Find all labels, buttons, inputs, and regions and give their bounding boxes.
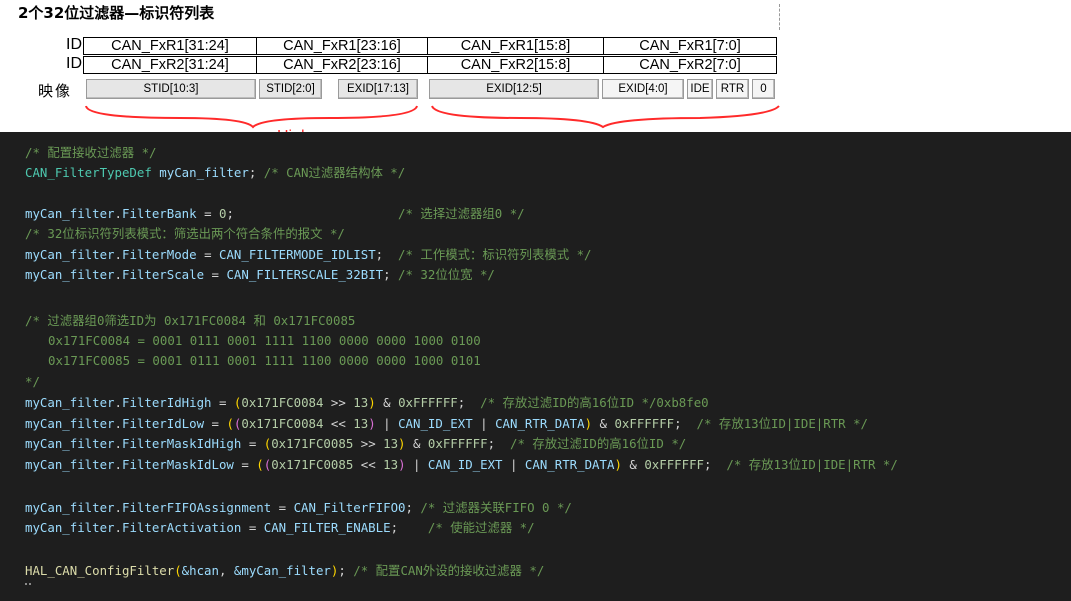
- variable: myCan_filter: [159, 165, 249, 180]
- comment: 0xb8fe0: [656, 395, 709, 410]
- comment: /* 使能过滤器 */: [427, 520, 535, 535]
- variable: myCan_filter: [25, 416, 115, 431]
- variable: myCan_filter: [25, 267, 115, 282]
- low-brace: [431, 105, 780, 129]
- field: FilterMode: [122, 247, 197, 262]
- code-line: /* 配置接收过滤器 */: [25, 143, 157, 163]
- code-line: myCan_filter.FilterIdHigh = (0x171FC0084…: [25, 395, 709, 410]
- comment: /* 32位标识符列表模式：筛选出两个符合条件的报文 */: [25, 226, 345, 241]
- code-line: myCan_filter.FilterActivation = CAN_FILT…: [25, 520, 535, 535]
- number: 0xFFFFFF: [427, 436, 488, 451]
- number: 0x171FC0084: [241, 395, 324, 410]
- comment: /* 选择过滤器组0 */: [398, 206, 525, 221]
- code-line: myCan_filter.FilterBank = 0; /* 选择过滤器组0 …: [25, 206, 525, 221]
- macro: CAN_FILTERMODE_IDLIST: [219, 247, 376, 262]
- code-line: /* 32位标识符列表模式：筛选出两个符合条件的报文 */: [25, 224, 345, 244]
- comment: /* 配置接收过滤器 */: [25, 145, 157, 160]
- variable: myCan_filter: [25, 436, 115, 451]
- comment: /* 过滤器组0筛选ID为 0x171FC0084 和 0x171FC0085: [25, 313, 356, 328]
- variable: myCan_filter: [25, 206, 115, 221]
- comment: /* CAN过滤器结构体 */: [263, 165, 406, 180]
- ellipsis-marker: [25, 583, 31, 585]
- comment: /* 存放过滤ID的高16位ID */: [509, 436, 687, 451]
- brace-overlay: [85, 105, 780, 129]
- field: FilterScale: [122, 267, 205, 282]
- argument: &myCan_filter: [233, 563, 331, 578]
- variable: myCan_filter: [25, 457, 115, 472]
- comment: 0x171FC0084 = 0001 0111 0001 1111 1100 0…: [48, 333, 481, 348]
- number: 0x171FC0085: [271, 436, 354, 451]
- code-line: */: [25, 372, 40, 392]
- field: FilterBank: [122, 206, 197, 221]
- field: FilterIdHigh: [122, 395, 212, 410]
- code-line: myCan_filter.FilterMode = CAN_FILTERMODE…: [25, 247, 592, 262]
- variable: myCan_filter: [25, 395, 115, 410]
- code-line: HAL_CAN_ConfigFilter(&hcan, &myCan_filte…: [25, 563, 545, 578]
- code-editor[interactable]: /* 配置接收过滤器 */ CAN_FilterTypeDef myCan_fi…: [0, 132, 1071, 601]
- comment: */: [25, 374, 40, 389]
- code-line: myCan_filter.FilterFIFOAssignment = CAN_…: [25, 500, 572, 515]
- comment: /* 存放13位ID|IDE|RTR */: [696, 416, 868, 431]
- number: 13: [353, 416, 369, 431]
- macro: CAN_ID_EXT: [398, 416, 473, 431]
- code-line: 0x171FC0085 = 0001 0111 0001 1111 1100 0…: [48, 351, 481, 371]
- code-line: myCan_filter.FilterMaskIdHigh = (0x171FC…: [25, 436, 687, 451]
- comment: /* 32位位宽 */: [398, 267, 495, 282]
- function-name: HAL_CAN_ConfigFilter: [25, 563, 175, 578]
- variable: myCan_filter: [25, 520, 115, 535]
- comment: /* 存放过滤ID的高16位ID */: [480, 395, 657, 410]
- macro: CAN_ID_EXT: [427, 457, 503, 472]
- comment: 0x171FC0085 = 0001 0111 0001 1111 1100 0…: [48, 353, 481, 368]
- variable: myCan_filter: [25, 500, 115, 515]
- field: FilterActivation: [122, 520, 242, 535]
- code-line: /* 过滤器组0筛选ID为 0x171FC0084 和 0x171FC0085: [25, 311, 355, 331]
- code-line: 0x171FC0084 = 0001 0111 0001 1111 1100 0…: [48, 331, 481, 351]
- comment: /* 存放13位ID|IDE|RTR */: [726, 457, 898, 472]
- high-brace: [85, 105, 418, 129]
- number: 0x171FC0084: [241, 416, 324, 431]
- argument: &hcan: [181, 563, 219, 578]
- code-line: myCan_filter.FilterIdLow = ((0x171FC0084…: [25, 416, 868, 431]
- field: FilterFIFOAssignment: [122, 500, 272, 515]
- number: 13: [383, 457, 399, 472]
- comment: /* 工作模式：标识符列表模式 */: [398, 247, 592, 262]
- type-name: CAN_FilterTypeDef: [25, 165, 152, 180]
- comment: /* 配置CAN外设的接收过滤器 */: [353, 563, 545, 578]
- number: 0xFFFFFF: [644, 457, 704, 472]
- number: 0x171FC0085: [271, 457, 354, 472]
- code-line: CAN_FilterTypeDef myCan_filter; /* CAN过滤…: [25, 165, 406, 180]
- number: 13: [383, 436, 399, 451]
- filter-diagram: 2个32位过滤器—标识符列表 ID CAN_FxR1[31:24] CAN_Fx…: [0, 0, 1071, 149]
- macro: CAN_FILTERSCALE_32BIT: [226, 267, 384, 282]
- field: FilterMaskIdHigh: [122, 436, 242, 451]
- variable: myCan_filter: [25, 247, 115, 262]
- macro: CAN_FILTER_ENABLE: [263, 520, 391, 535]
- number: 13: [353, 395, 369, 410]
- code-line: myCan_filter.FilterMaskIdLow = ((0x171FC…: [25, 457, 898, 472]
- code-line: myCan_filter.FilterScale = CAN_FILTERSCA…: [25, 267, 495, 282]
- field: FilterIdLow: [122, 416, 205, 431]
- comment: /* 过滤器关联FIFO 0 */: [420, 500, 572, 515]
- macro: CAN_RTR_DATA: [495, 416, 585, 431]
- macro: CAN_FilterFIFO0: [293, 500, 406, 515]
- field: FilterMaskIdLow: [122, 457, 234, 472]
- number: 0xFFFFFF: [398, 395, 458, 410]
- macro: CAN_RTR_DATA: [524, 457, 615, 472]
- number: 0xFFFFFF: [614, 416, 675, 431]
